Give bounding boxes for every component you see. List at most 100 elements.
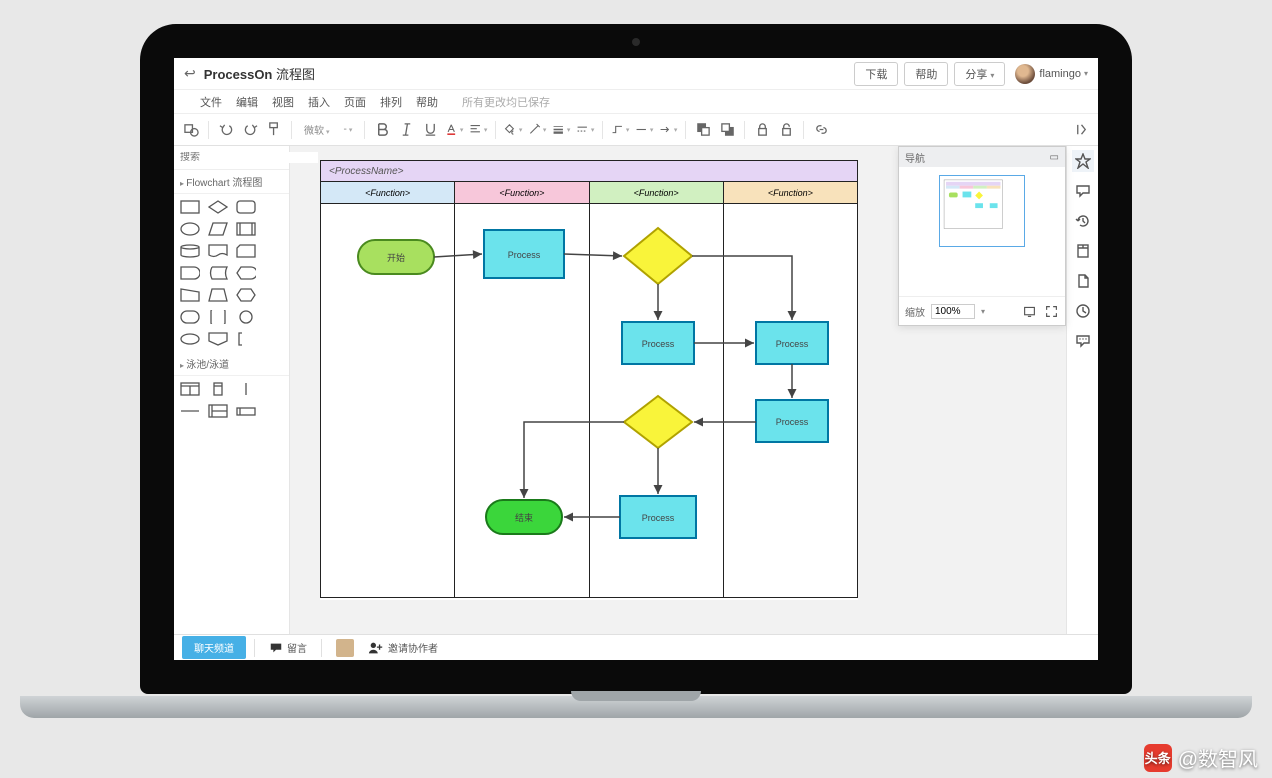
shape-sep-h[interactable] bbox=[180, 404, 200, 418]
navigator-panel[interactable]: 导航 ▭ bbox=[898, 146, 1066, 326]
shape-card[interactable] bbox=[236, 244, 256, 258]
navigator-close-icon[interactable]: ▭ bbox=[1050, 152, 1059, 163]
shapes-panel: Flowchart 流程图 bbox=[174, 146, 290, 634]
diagram-title[interactable]: <ProcessName> bbox=[320, 160, 858, 182]
node-decision-1[interactable] bbox=[624, 228, 692, 284]
lane-header-1[interactable]: <Function> bbox=[320, 182, 455, 204]
menu-edit[interactable]: 编辑 bbox=[236, 94, 258, 110]
menu-bar: 文件 编辑 视图 插入 页面 排列 帮助 所有更改均已保存 bbox=[174, 90, 1098, 114]
menu-arrange[interactable]: 排列 bbox=[380, 94, 402, 110]
chat-channel-button[interactable]: 聊天频道 bbox=[182, 636, 246, 659]
navigator-icon[interactable] bbox=[1072, 150, 1094, 172]
fullscreen-icon[interactable] bbox=[1043, 303, 1059, 319]
shape-circle[interactable] bbox=[236, 310, 256, 324]
lane-shapes bbox=[174, 376, 289, 424]
arrow-start-icon[interactable] bbox=[635, 121, 653, 139]
font-color-icon[interactable] bbox=[445, 121, 463, 139]
menu-view[interactable]: 视图 bbox=[272, 94, 294, 110]
undo-icon[interactable] bbox=[217, 121, 235, 139]
help-button[interactable]: 帮助 bbox=[904, 62, 948, 86]
back-icon[interactable] bbox=[718, 121, 736, 139]
shape-delay[interactable] bbox=[180, 266, 200, 280]
shape-sep-v[interactable] bbox=[236, 382, 256, 396]
front-icon[interactable] bbox=[694, 121, 712, 139]
fit-screen-icon[interactable] bbox=[1021, 303, 1037, 319]
align-icon[interactable] bbox=[469, 121, 487, 139]
camera-dot bbox=[632, 38, 640, 46]
menu-page[interactable]: 页面 bbox=[344, 94, 366, 110]
shape-ellipse2[interactable] bbox=[180, 332, 200, 346]
page-icon[interactable] bbox=[1072, 270, 1094, 292]
shape-manual[interactable] bbox=[180, 288, 200, 302]
shape-cylinder[interactable] bbox=[208, 310, 228, 324]
shape-parallelogram[interactable] bbox=[208, 222, 228, 236]
node-decision-2[interactable] bbox=[624, 396, 692, 448]
line-color-icon[interactable] bbox=[528, 121, 546, 139]
shape-diamond[interactable] bbox=[208, 200, 228, 214]
shape-roundrect[interactable] bbox=[236, 200, 256, 214]
download-button[interactable]: 下载 bbox=[854, 62, 898, 86]
menu-insert[interactable]: 插入 bbox=[308, 94, 330, 110]
line-style-icon[interactable] bbox=[576, 121, 594, 139]
comments-icon[interactable] bbox=[1072, 180, 1094, 202]
history-icon[interactable] bbox=[1072, 210, 1094, 232]
right-icon-strip bbox=[1066, 146, 1098, 634]
navigator-thumbnail[interactable] bbox=[899, 167, 1065, 297]
menu-help[interactable]: 帮助 bbox=[416, 94, 438, 110]
swimlane-diagram[interactable]: <ProcessName> <Function> <Function> <Fun… bbox=[320, 160, 858, 600]
shape-terminator[interactable] bbox=[180, 310, 200, 324]
shape-rect[interactable] bbox=[180, 200, 200, 214]
collapse-right-icon[interactable] bbox=[1072, 121, 1090, 139]
canvas[interactable]: <ProcessName> <Function> <Function> <Fun… bbox=[290, 146, 1098, 634]
category-lane[interactable]: 泳池/泳道 bbox=[174, 352, 289, 376]
redo-icon[interactable] bbox=[241, 121, 259, 139]
arrow-end-icon[interactable] bbox=[659, 121, 677, 139]
line-width-icon[interactable] bbox=[552, 121, 570, 139]
fontsize-select[interactable]: - bbox=[340, 124, 357, 135]
invite-button[interactable]: 邀请协作者 bbox=[368, 640, 438, 655]
shape-bracket[interactable] bbox=[236, 332, 256, 346]
comment-button[interactable]: 留言 bbox=[269, 640, 307, 655]
attachment-icon[interactable] bbox=[1072, 240, 1094, 262]
shape-stored[interactable] bbox=[208, 266, 228, 280]
user-menu[interactable]: flamingo▾ bbox=[1015, 64, 1088, 84]
fill-color-icon[interactable] bbox=[504, 121, 522, 139]
format-painter-icon[interactable] bbox=[265, 121, 283, 139]
chat-bubble-icon[interactable] bbox=[1072, 330, 1094, 352]
underline-icon[interactable] bbox=[421, 121, 439, 139]
svg-text:结束: 结束 bbox=[515, 512, 533, 523]
italic-icon[interactable] bbox=[397, 121, 415, 139]
svg-text:Process: Process bbox=[508, 250, 541, 260]
lane-header-4[interactable]: <Function> bbox=[724, 182, 858, 204]
zoom-input[interactable] bbox=[931, 304, 975, 319]
bold-icon[interactable] bbox=[373, 121, 391, 139]
shape-trap[interactable] bbox=[208, 288, 228, 302]
shape-database[interactable] bbox=[180, 244, 200, 258]
shape-offpage[interactable] bbox=[208, 332, 228, 346]
lane-header-2[interactable]: <Function> bbox=[455, 182, 589, 204]
lock-icon[interactable] bbox=[753, 121, 771, 139]
back-icon[interactable]: ↩ bbox=[184, 65, 196, 82]
shape-hexagon[interactable] bbox=[236, 288, 256, 302]
font-select[interactable]: 微软 bbox=[300, 122, 334, 137]
link-icon[interactable] bbox=[812, 121, 830, 139]
shape-ellipse[interactable] bbox=[180, 222, 200, 236]
collaborator-avatar[interactable] bbox=[336, 639, 354, 657]
unlock-icon[interactable] bbox=[777, 121, 795, 139]
category-flowchart[interactable]: Flowchart 流程图 bbox=[174, 170, 289, 194]
svg-text:Process: Process bbox=[776, 417, 809, 427]
shape-pool-h[interactable] bbox=[208, 404, 228, 418]
revision-icon[interactable] bbox=[1072, 300, 1094, 322]
shape-document[interactable] bbox=[208, 244, 228, 258]
shape-display[interactable] bbox=[236, 266, 256, 280]
menu-file[interactable]: 文件 bbox=[200, 94, 222, 110]
shapes-icon[interactable] bbox=[182, 121, 200, 139]
lane-header-3[interactable]: <Function> bbox=[590, 182, 724, 204]
shape-subprocess[interactable] bbox=[236, 222, 256, 236]
connector-icon[interactable] bbox=[611, 121, 629, 139]
shape-search bbox=[174, 146, 289, 170]
shape-lane-h[interactable] bbox=[236, 404, 256, 418]
shape-pool-v[interactable] bbox=[180, 382, 200, 396]
share-button[interactable]: 分享▾ bbox=[954, 62, 1005, 86]
shape-lane-v[interactable] bbox=[208, 382, 228, 396]
